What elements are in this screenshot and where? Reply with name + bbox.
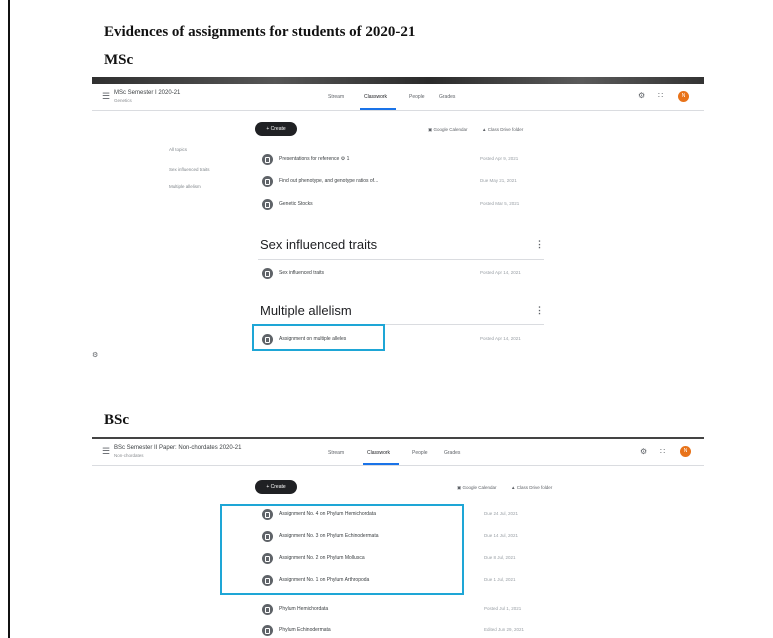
calendar-label: Google Calendar: [462, 485, 497, 490]
bsc-class-sub: Non-chordates: [114, 453, 144, 458]
item-date: Due 14 Jul, 2021: [484, 533, 519, 538]
item-title: Phylum Echinodermata: [279, 627, 331, 633]
menu-icon[interactable]: ☰: [102, 91, 110, 102]
apps-grid-icon[interactable]: ∷: [658, 91, 663, 100]
class-drive-link[interactable]: ▲ Class Drive folder: [482, 127, 523, 132]
tab-people[interactable]: People: [412, 450, 428, 456]
msc-class-sub: Genetics: [114, 98, 132, 103]
item-title: Presentations for reference ⚙ 1: [279, 156, 350, 162]
msc-app-bar: ☰ MSc Semester I 2020-21 Genetics Stream…: [92, 84, 704, 111]
item-date: Due 24 Jul, 2021: [484, 511, 519, 516]
avatar[interactable]: N: [678, 91, 689, 102]
document-title: Evidences of assignments for students of…: [104, 24, 416, 40]
item-title: Sex influenced traits: [279, 270, 325, 276]
tab-grades[interactable]: Grades: [444, 450, 460, 456]
item-date: Posted Jul 1, 2021: [484, 606, 522, 611]
bsc-classroom-screenshot: ☰ BSc Semester II Paper: Non-chordates 2…: [92, 437, 704, 638]
item-title: Phylum Hemichordata: [279, 606, 329, 612]
topic-divider: [258, 259, 544, 260]
tab-grades[interactable]: Grades: [439, 94, 455, 100]
list-item[interactable]: Sex influenced traits Posted Apr 14, 202…: [262, 265, 542, 285]
assignment-icon: [262, 268, 273, 279]
topic-title-sex-influenced: Sex influenced traits: [260, 237, 378, 252]
msc-class-name[interactable]: MSc Semester I 2020-21: [114, 90, 180, 96]
create-button[interactable]: + Create: [255, 480, 297, 494]
tab-stream[interactable]: Stream: [328, 94, 344, 100]
drive-label: Class Drive folder: [516, 485, 553, 490]
msc-classroom-screenshot: ☰ MSc Semester I 2020-21 Genetics Stream…: [92, 77, 704, 377]
highlight-box: [220, 504, 464, 595]
settings-icon[interactable]: ⚙: [640, 447, 647, 456]
assignment-icon: [262, 176, 273, 187]
filter-sex-influenced[interactable]: Sex influenced traits: [169, 167, 210, 172]
item-title: Genetic Stocks: [279, 201, 313, 207]
tab-active-underline: [363, 463, 399, 465]
more-vert-icon[interactable]: ⋮: [535, 305, 544, 316]
assignment-icon: [262, 199, 273, 210]
google-calendar-link[interactable]: ▣ Google Calendar: [428, 127, 468, 133]
highlight-box: [252, 324, 385, 351]
item-date: Due 1 Jul, 2021: [484, 577, 516, 582]
tab-classwork[interactable]: Classwork: [364, 94, 387, 100]
item-date: Due 8 Jul, 2021: [484, 555, 516, 560]
assignment-icon: [262, 625, 273, 636]
item-date: Due May 21, 2021: [480, 178, 517, 183]
list-item[interactable]: Phylum Hemichordata Posted Jul 1, 2021: [262, 601, 552, 621]
item-title: Find out phenotype, and genotype ratios …: [279, 178, 379, 184]
settings-icon[interactable]: ⚙: [92, 351, 98, 359]
list-item[interactable]: Genetic Stocks Posted Mar 5, 2021: [262, 196, 542, 216]
avatar[interactable]: N: [680, 446, 691, 457]
tab-classwork[interactable]: Classwork: [367, 450, 390, 456]
list-item[interactable]: Presentations for reference ⚙ 1 Posted A…: [262, 151, 542, 171]
bsc-heading: BSc: [104, 412, 130, 428]
page-left-rule: [8, 0, 10, 638]
create-button[interactable]: + Create: [255, 122, 297, 136]
more-vert-icon[interactable]: ⋮: [535, 239, 544, 250]
item-date: Edited Jun 29, 2021: [484, 627, 525, 632]
list-item[interactable]: Phylum Echinodermata Edited Jun 29, 2021: [262, 622, 552, 638]
browser-strip: [92, 77, 704, 84]
filter-all-topics[interactable]: All topics: [169, 147, 187, 152]
filter-multiple-allelism[interactable]: Multiple allelism: [169, 184, 201, 189]
google-calendar-link[interactable]: ▣ Google Calendar: [457, 485, 497, 491]
drive-label: Class Drive folder: [487, 127, 524, 132]
tab-people[interactable]: People: [409, 94, 425, 100]
bsc-class-name[interactable]: BSc Semester II Paper: Non-chordates 202…: [114, 445, 241, 451]
settings-icon[interactable]: ⚙: [638, 91, 645, 100]
item-date: Posted Apr 9, 2021: [480, 156, 519, 161]
tab-stream[interactable]: Stream: [328, 450, 344, 456]
item-date: Posted Apr 14, 2021: [480, 336, 521, 341]
item-date: Posted Apr 14, 2021: [480, 270, 521, 275]
item-date: Posted Mar 5, 2021: [480, 201, 520, 206]
class-drive-link[interactable]: ▲ Class Drive folder: [511, 485, 552, 490]
msc-heading: MSc: [104, 52, 134, 68]
calendar-label: Google Calendar: [433, 127, 468, 132]
bsc-app-bar: ☰ BSc Semester II Paper: Non-chordates 2…: [92, 439, 704, 466]
assignment-icon: [262, 604, 273, 615]
topic-title-multiple-allelism: Multiple allelism: [260, 303, 352, 318]
menu-icon[interactable]: ☰: [102, 446, 110, 457]
assignment-icon: [262, 154, 273, 165]
tab-active-underline: [360, 108, 396, 110]
apps-grid-icon[interactable]: ∷: [660, 447, 665, 456]
list-item[interactable]: Find out phenotype, and genotype ratios …: [262, 173, 542, 193]
